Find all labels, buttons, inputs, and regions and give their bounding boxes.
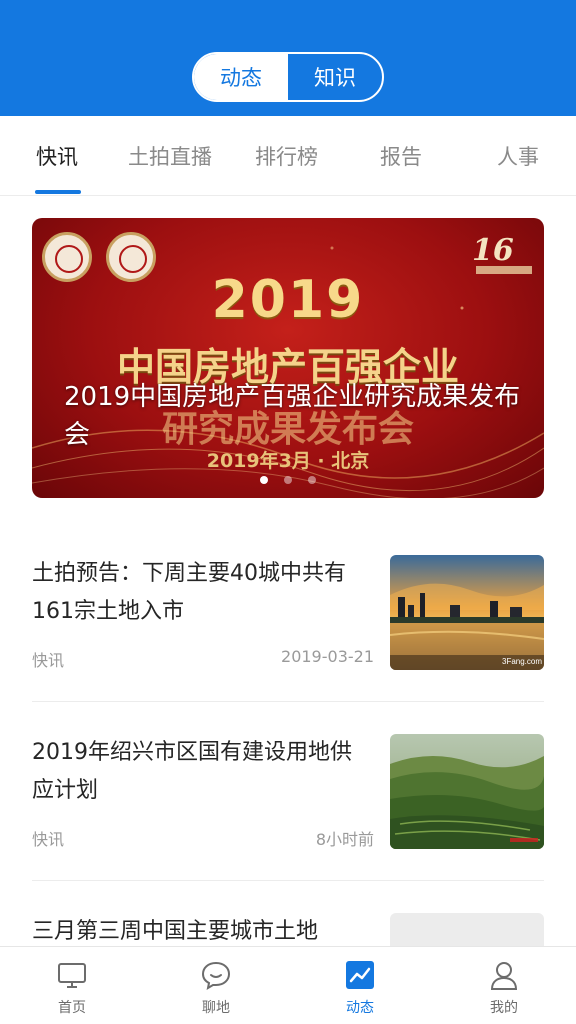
banner-carousel[interactable]: 16 2019 中国房地产百强企业 研究成果发布会 2019年3月 · 北京 2… [32, 218, 544, 498]
trend-chart-icon [346, 961, 374, 989]
news-item[interactable]: 2019年绍兴市区国有建设用地供应计划 快讯 8小时前 [32, 734, 544, 850]
nav-label: 聊地 [202, 1000, 230, 1016]
app-screen: 动态 知识 快讯 土拍直播 排行榜 报告 人事 16 2019 中国房地产百强企… [0, 0, 576, 1024]
bottom-navigation: 首页 聊地 动态 我的 [0, 946, 576, 1024]
monitor-icon [58, 963, 86, 988]
news-category: 快讯 [32, 651, 65, 670]
nav-chat[interactable]: 聊地 [144, 947, 288, 1024]
carousel-dot[interactable] [308, 476, 316, 484]
carousel-dot[interactable] [284, 476, 292, 484]
nav-home[interactable]: 首页 [0, 947, 144, 1024]
nav-profile[interactable]: 我的 [432, 947, 576, 1024]
banner-caption: 2019中国房地产百强企业研究成果发布会 [64, 382, 521, 450]
category-tabs: 快讯 土拍直播 排行榜 报告 人事 [0, 116, 576, 196]
news-time: 8小时前 [315, 830, 374, 849]
user-icon [490, 962, 518, 990]
tab-land-auction-live[interactable]: 土拍直播 [128, 116, 212, 196]
nav-dynamics[interactable]: 动态 [288, 947, 432, 1024]
news-meta: 快讯 8小时前 [32, 826, 374, 850]
news-title: 土拍预告：下周主要40城中共有161宗土地入市 [32, 561, 346, 624]
nav-label: 首页 [58, 1000, 86, 1016]
carousel-pagination [32, 476, 544, 484]
news-category: 快讯 [32, 830, 65, 849]
list-divider [32, 701, 544, 702]
news-thumbnail: 3Fang.com [390, 555, 544, 670]
news-time: 2019-03-21 [281, 647, 374, 666]
segment-knowledge[interactable]: 知识 [288, 54, 382, 100]
segment-dynamics[interactable]: 动态 [194, 54, 288, 100]
top-header: 动态 知识 [0, 0, 576, 116]
nav-label: 我的 [490, 1000, 518, 1016]
tab-personnel[interactable]: 人事 [497, 116, 539, 196]
news-thumbnail [390, 734, 544, 849]
tab-reports[interactable]: 报告 [380, 116, 422, 196]
segmented-control: 动态 知识 [192, 52, 384, 102]
banner-image-year: 2019 [211, 270, 365, 330]
tab-rankings[interactable]: 排行榜 [255, 116, 318, 196]
active-tab-indicator [35, 190, 81, 194]
tab-flash-news[interactable]: 快讯 [36, 116, 78, 196]
news-title: 2019年绍兴市区国有建设用地供应计划 [32, 740, 352, 803]
nav-label: 动态 [346, 1000, 374, 1016]
svg-text:16: 16 [472, 233, 514, 268]
list-divider [32, 880, 544, 881]
svg-text:3Fang.com: 3Fang.com [502, 657, 542, 666]
news-item[interactable]: 土拍预告：下周主要40城中共有161宗土地入市 快讯 2019-03-21 3F… [32, 555, 544, 671]
carousel-dot-active[interactable] [260, 476, 268, 484]
chat-icon [201, 961, 231, 991]
news-meta: 快讯 2019-03-21 [32, 647, 374, 671]
